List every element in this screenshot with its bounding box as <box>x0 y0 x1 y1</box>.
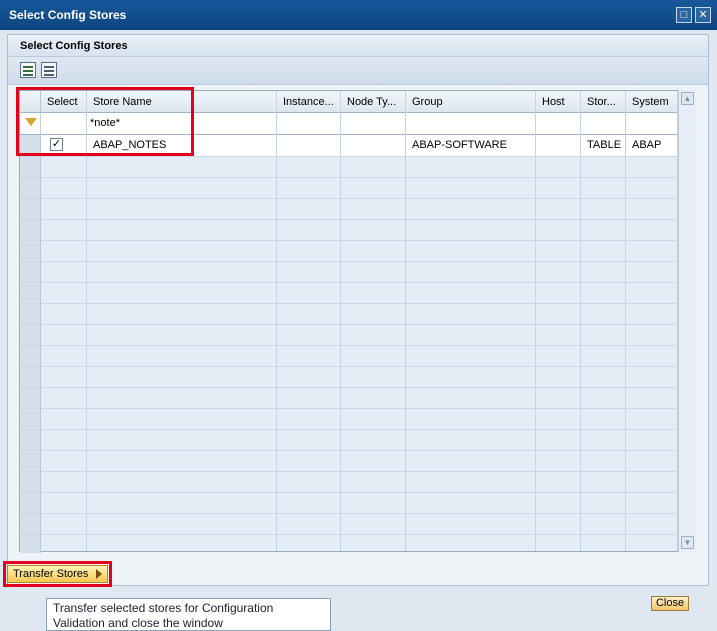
scroll-down-icon[interactable]: ▼ <box>681 536 694 549</box>
row-select-cell: ✓ <box>41 135 87 156</box>
transfer-stores-label: Transfer Stores <box>13 568 89 580</box>
row-separator <box>20 324 695 325</box>
close-icon[interactable]: ✕ <box>695 7 711 23</box>
row-separator <box>20 240 695 241</box>
restore-icon[interactable]: □ <box>676 7 692 23</box>
grid-col-5 <box>406 91 536 551</box>
grid-col-2 <box>87 91 277 551</box>
store-name-cell[interactable]: ABAP_NOTES <box>87 135 277 156</box>
close-button[interactable]: Close <box>651 596 689 611</box>
deselect-all-icon[interactable] <box>41 62 57 78</box>
stores-table: Select Store Name Instance... Node Ty...… <box>19 90 696 553</box>
grid-col-1 <box>41 91 87 551</box>
row-separator <box>20 429 695 430</box>
row-separator <box>20 513 695 514</box>
row-separator <box>20 261 695 262</box>
grid-col-7 <box>581 91 626 551</box>
row-separator <box>20 387 695 388</box>
tooltip: Transfer selected stores for Configurati… <box>46 598 331 631</box>
grid-col-3 <box>277 91 341 551</box>
row-separator <box>20 156 695 157</box>
transfer-stores-button[interactable]: Transfer Stores <box>7 565 108 583</box>
select-all-icon[interactable] <box>20 62 36 78</box>
window-titlebar: Select Config Stores <box>0 0 717 30</box>
filter-row-icon-cell <box>20 113 41 135</box>
row-separator <box>20 471 695 472</box>
row-separator <box>20 450 695 451</box>
panel-title: Select Config Stores <box>8 35 708 57</box>
store-type-cell[interactable]: TABLE <box>581 135 626 156</box>
vertical-scrollbar[interactable]: ▲ ▼ <box>678 90 696 552</box>
filter-icon[interactable] <box>25 118 37 126</box>
row-separator <box>20 303 695 304</box>
row-separator <box>20 345 695 346</box>
row-select-checkbox[interactable]: ✓ <box>50 138 63 151</box>
row-selector-header <box>20 91 41 113</box>
node-type-cell[interactable] <box>341 135 406 156</box>
row-separator <box>20 534 695 535</box>
scroll-up-icon[interactable]: ▲ <box>681 92 694 105</box>
row-separator <box>20 282 695 283</box>
host-cell[interactable] <box>536 135 581 156</box>
row-separator <box>20 492 695 493</box>
row-separator <box>20 408 695 409</box>
grid-col-8 <box>626 91 678 551</box>
group-cell[interactable]: ABAP-SOFTWARE <box>406 135 536 156</box>
window-title: Select Config Stores <box>9 8 127 22</box>
row-separator <box>20 219 695 220</box>
row-separator <box>20 198 695 199</box>
instance-cell[interactable] <box>277 135 341 156</box>
system-cell[interactable]: ABAP <box>626 135 678 156</box>
grid-col-6 <box>536 91 581 551</box>
toolbar <box>8 57 708 85</box>
row-separator <box>20 177 695 178</box>
row-separator <box>20 366 695 367</box>
grid-col-4 <box>341 91 406 551</box>
play-icon <box>96 569 102 579</box>
